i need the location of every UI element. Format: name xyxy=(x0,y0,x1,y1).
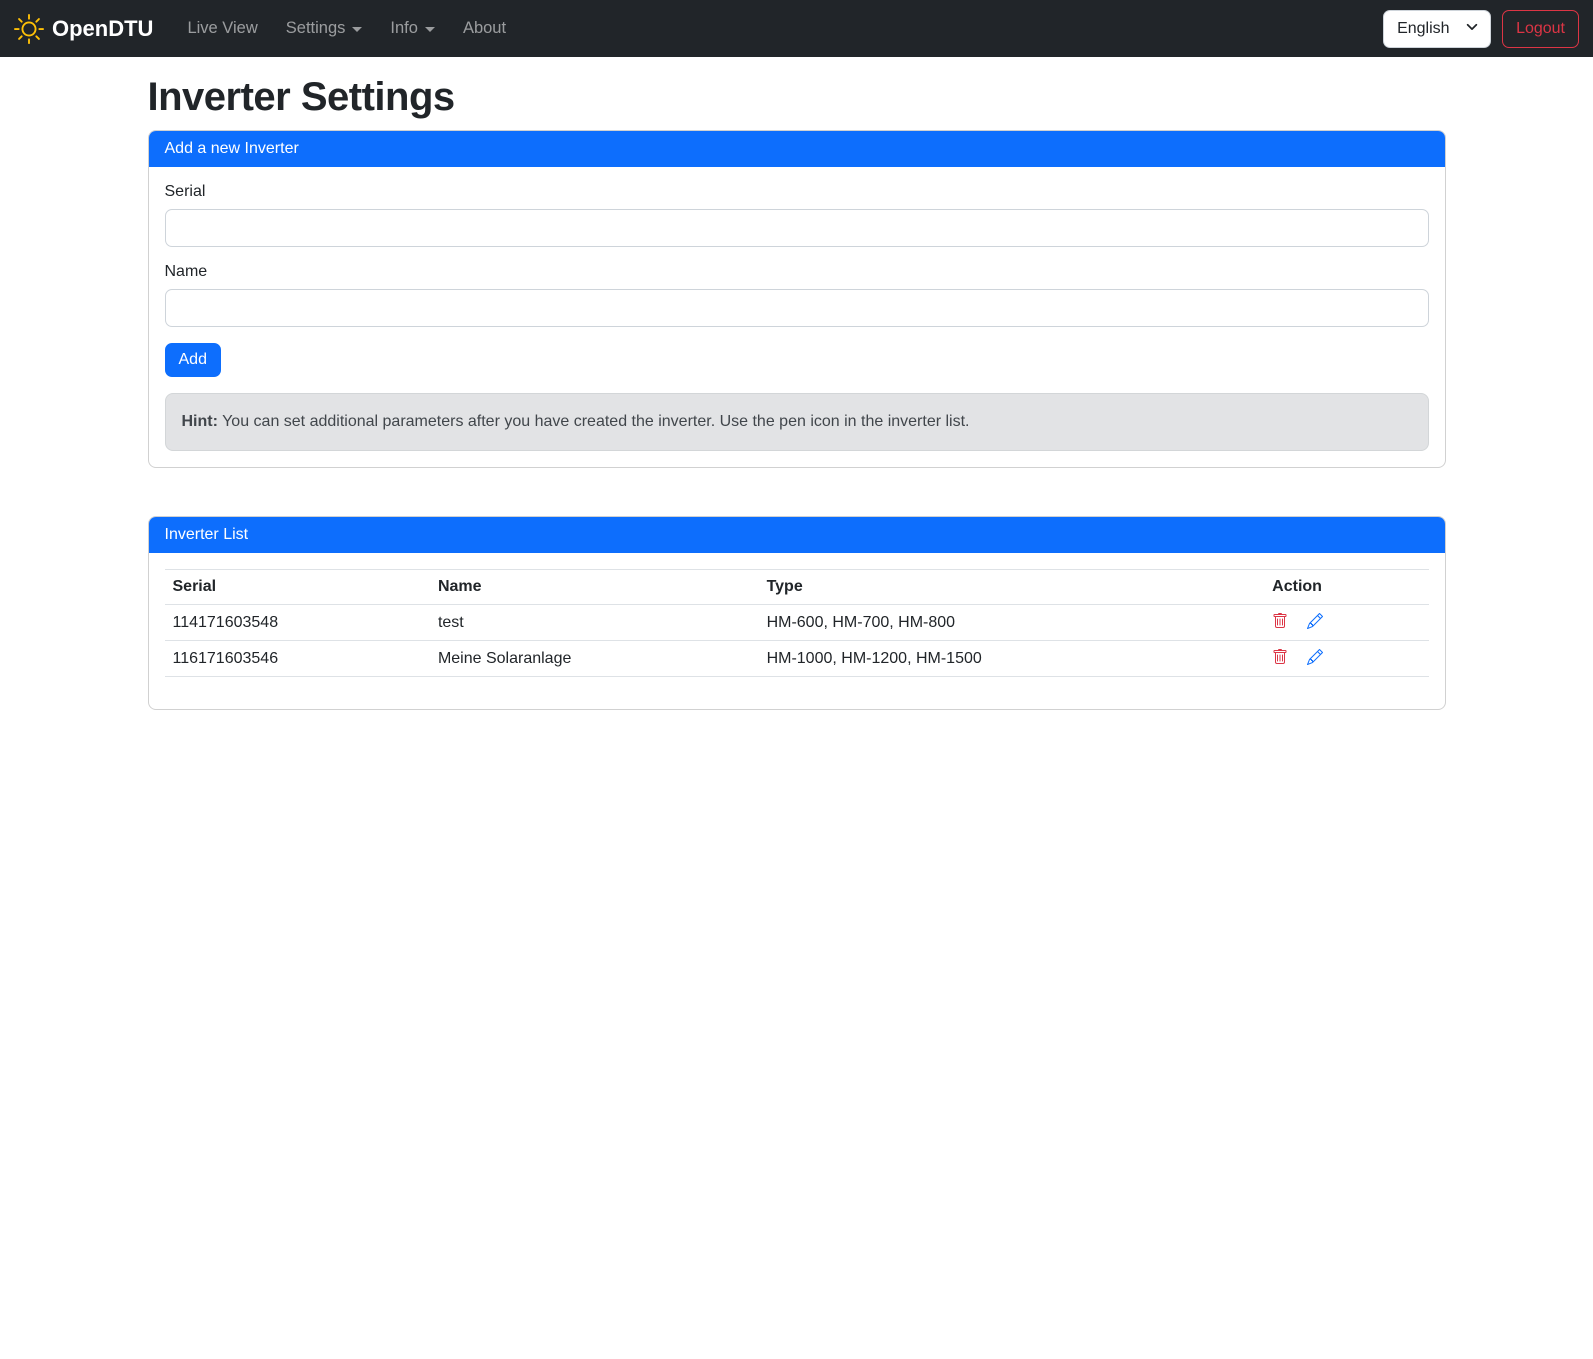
column-header-serial: Serial xyxy=(165,570,430,605)
pencil-icon xyxy=(1307,617,1323,632)
inverter-list-card: Inverter List Serial Name Type Action 11… xyxy=(148,516,1446,710)
cell-name: test xyxy=(430,605,759,641)
table-header-row: Serial Name Type Action xyxy=(165,570,1429,605)
cell-serial: 114171603548 xyxy=(165,605,430,641)
hint-alert-text: You can set additional parameters after … xyxy=(218,413,970,430)
nav-item-about-label: About xyxy=(463,19,506,38)
name-input[interactable] xyxy=(165,289,1429,327)
cell-actions xyxy=(1264,641,1428,677)
chevron-down-icon xyxy=(352,27,362,32)
add-inverter-card-header: Add a new Inverter xyxy=(149,131,1445,167)
pencil-icon xyxy=(1307,653,1323,668)
hint-alert-bold: Hint: xyxy=(182,413,218,430)
language-select-wrap: English xyxy=(1383,10,1491,48)
logout-button[interactable]: Logout xyxy=(1502,10,1579,48)
column-header-type: Type xyxy=(759,570,1265,605)
column-header-action: Action xyxy=(1264,570,1428,605)
table-row: 116171603546 Meine Solaranlage HM-1000, … xyxy=(165,641,1429,677)
page-title: Inverter Settings xyxy=(148,75,1446,120)
nav-item-settings-label: Settings xyxy=(286,19,346,38)
cell-name: Meine Solaranlage xyxy=(430,641,759,677)
inverter-list-card-body: Serial Name Type Action 114171603548 tes… xyxy=(149,553,1445,709)
cell-serial: 116171603546 xyxy=(165,641,430,677)
sun-logo-icon xyxy=(14,14,44,44)
nav-item-info[interactable]: Info xyxy=(376,11,449,46)
serial-input[interactable] xyxy=(165,209,1429,247)
nav-item-live-view[interactable]: Live View xyxy=(173,11,271,46)
navbar-right: English Logout xyxy=(1383,10,1579,48)
add-inverter-card-body: Serial Name Add Hint: You can set additi… xyxy=(149,167,1445,467)
nav-links: Live View Settings Info About xyxy=(173,11,520,46)
nav-item-about[interactable]: About xyxy=(449,11,520,46)
brand-label: OpenDTU xyxy=(52,16,153,42)
cell-actions xyxy=(1264,605,1428,641)
name-label: Name xyxy=(165,263,208,281)
nav-item-live-view-label: Live View xyxy=(187,19,257,38)
edit-inverter-button[interactable] xyxy=(1307,613,1323,632)
add-button[interactable]: Add xyxy=(165,343,221,377)
inverter-table: Serial Name Type Action 114171603548 tes… xyxy=(165,569,1429,677)
navbar: OpenDTU Live View Settings Info About En… xyxy=(0,0,1593,57)
column-header-name: Name xyxy=(430,570,759,605)
edit-inverter-button[interactable] xyxy=(1307,649,1323,668)
chevron-down-icon xyxy=(425,27,435,32)
trash-icon xyxy=(1272,653,1288,668)
delete-inverter-button[interactable] xyxy=(1272,613,1288,632)
add-inverter-card: Add a new Inverter Serial Name Add Hint:… xyxy=(148,130,1446,468)
delete-inverter-button[interactable] xyxy=(1272,649,1288,668)
table-row: 114171603548 test HM-600, HM-700, HM-800 xyxy=(165,605,1429,641)
serial-label: Serial xyxy=(165,183,206,201)
trash-icon xyxy=(1272,617,1288,632)
inverter-list-card-header: Inverter List xyxy=(149,517,1445,553)
nav-item-info-label: Info xyxy=(390,19,418,38)
main-container: Inverter Settings Add a new Inverter Ser… xyxy=(136,75,1458,710)
nav-item-settings[interactable]: Settings xyxy=(272,11,377,46)
hint-alert: Hint: You can set additional parameters … xyxy=(165,393,1429,451)
brand[interactable]: OpenDTU xyxy=(14,14,153,44)
cell-type: HM-1000, HM-1200, HM-1500 xyxy=(759,641,1265,677)
language-select[interactable]: English xyxy=(1383,10,1491,48)
cell-type: HM-600, HM-700, HM-800 xyxy=(759,605,1265,641)
